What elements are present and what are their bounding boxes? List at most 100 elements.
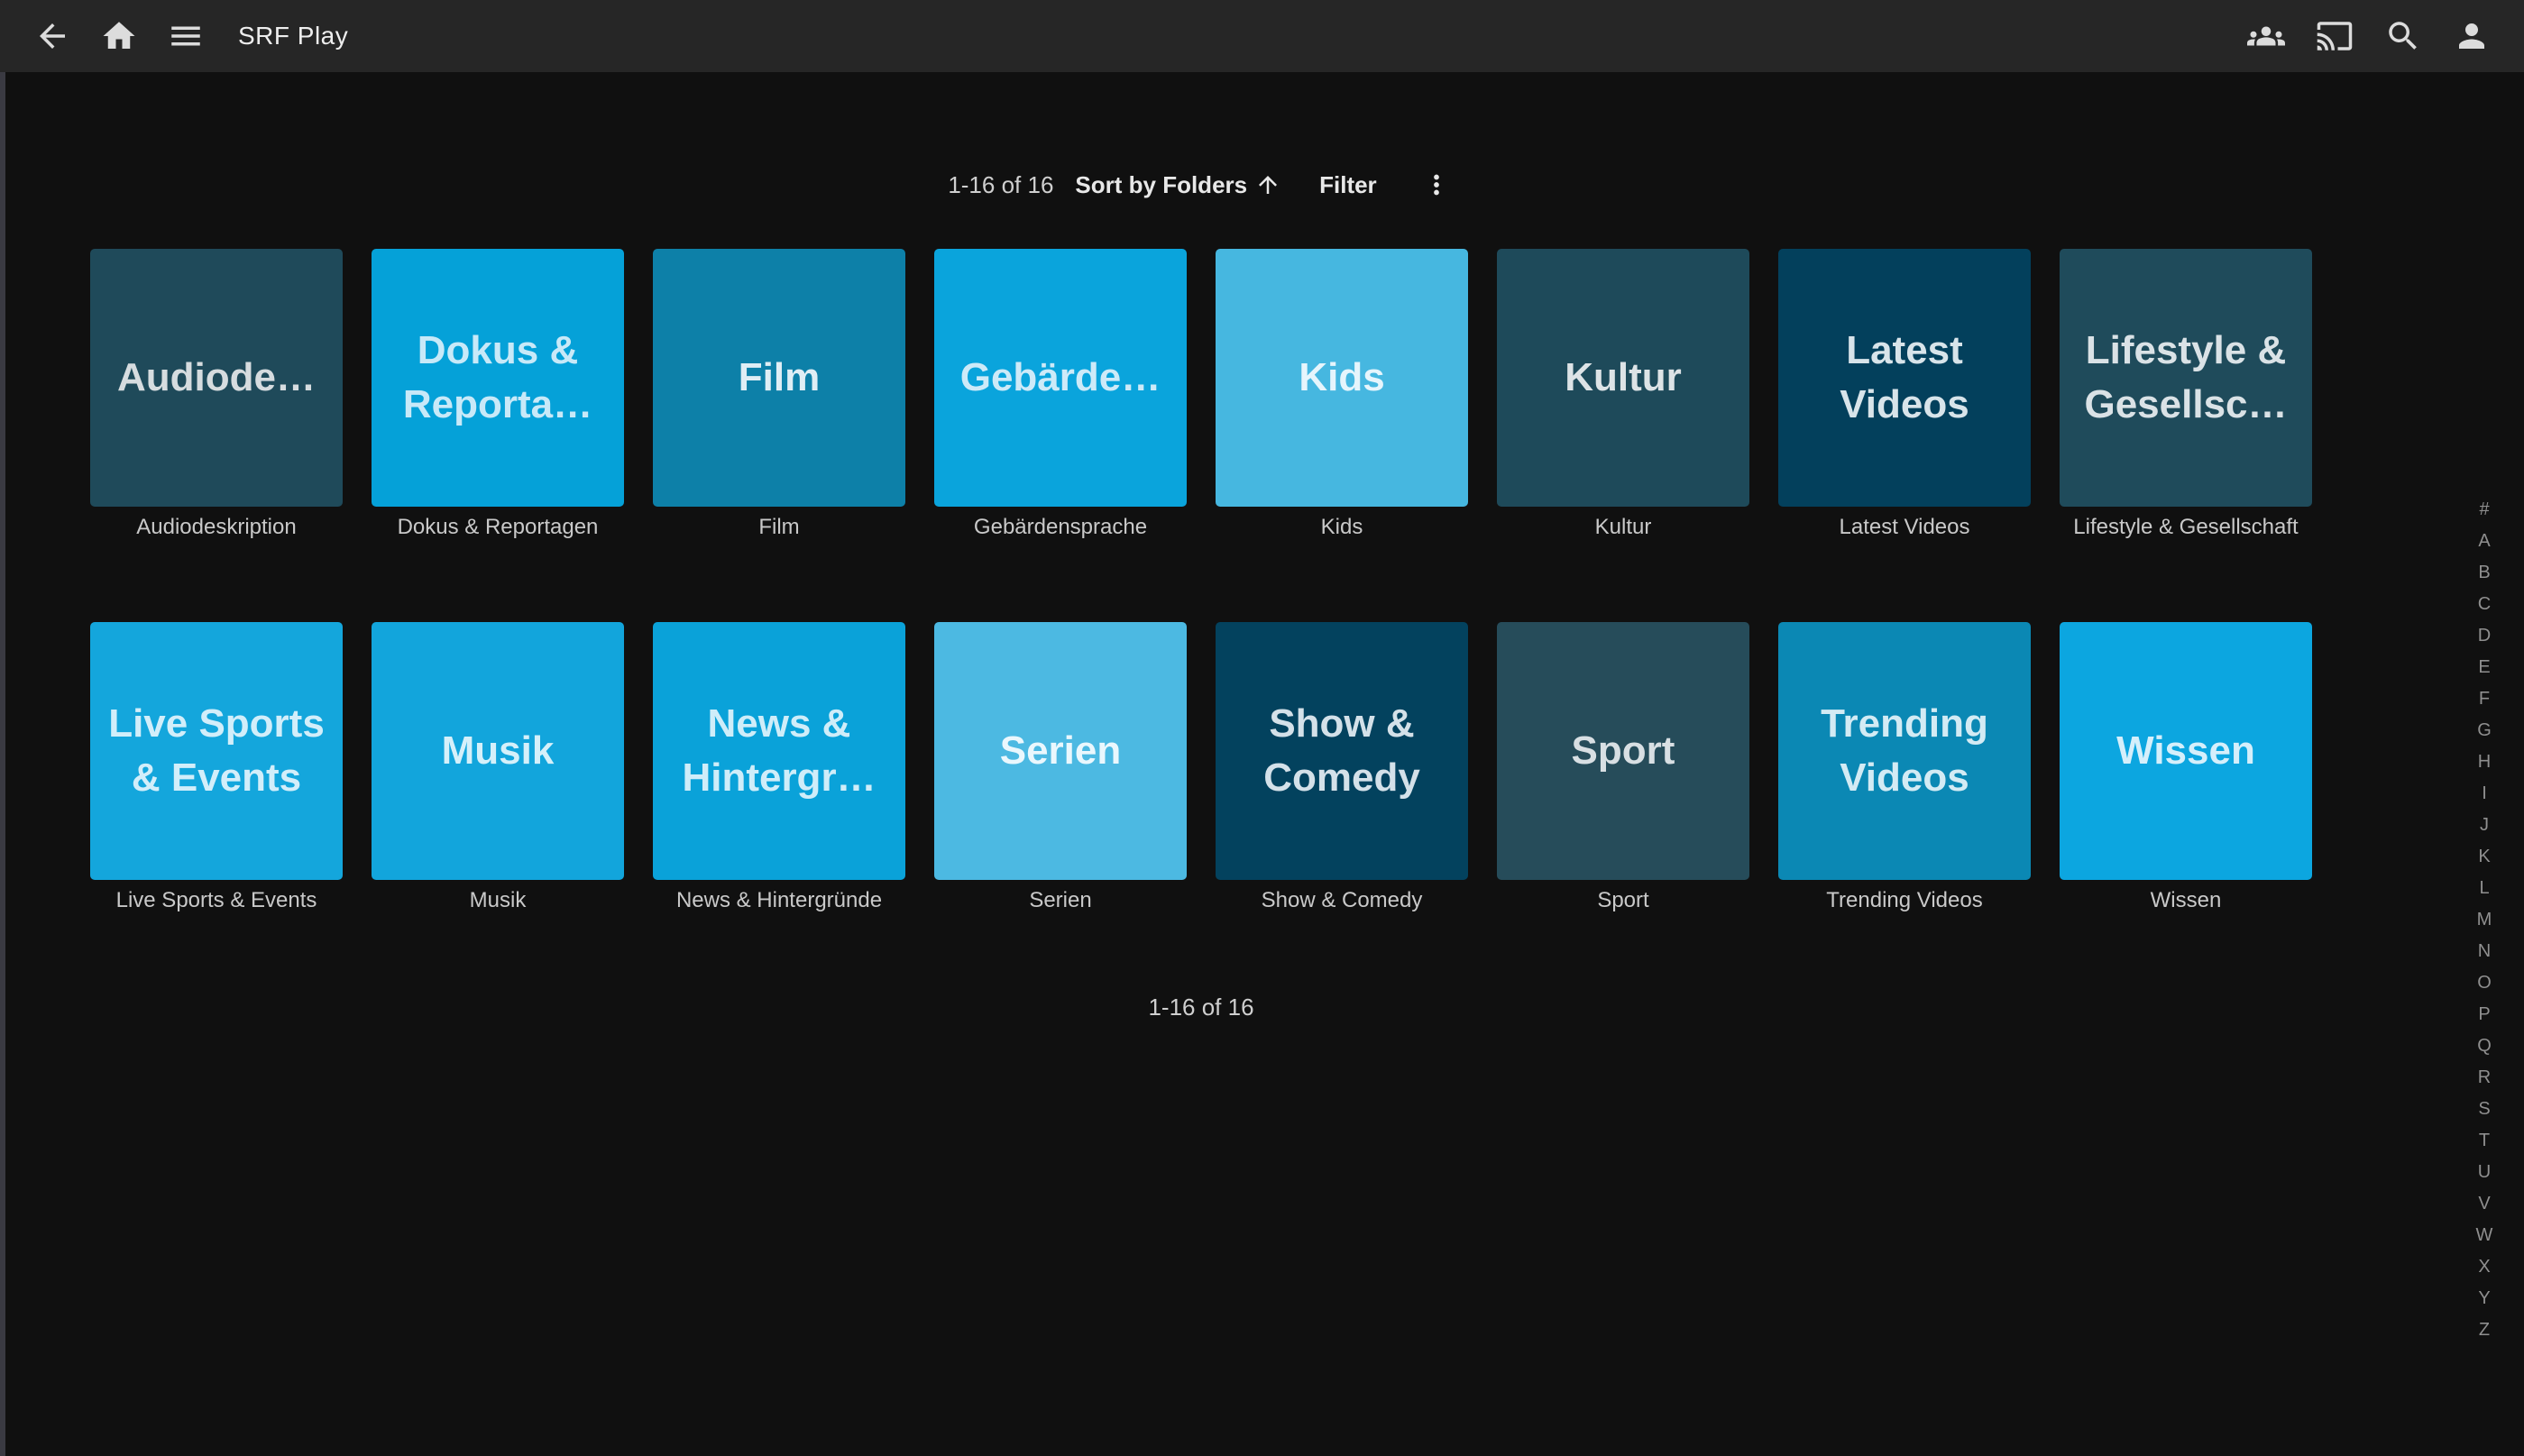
card-title: Live Sports & Events [97,697,335,805]
more-vert-icon [1421,169,1452,200]
card-caption: Audiodeskription [90,515,343,540]
library-card[interactable]: Live Sports & Events [90,622,343,880]
card-title: Kultur [1504,351,1742,405]
sort-button[interactable]: Sort by Folders [1075,171,1281,199]
alpha-letter[interactable]: M [2468,904,2501,936]
alpha-letter[interactable]: X [2468,1251,2501,1283]
library-cell: Trending Videos Trending Videos [1778,622,2031,913]
library-card[interactable]: Kultur [1497,249,1749,507]
library-grid: Audiode… Audiodeskription Dokus & Report… [90,249,2312,913]
library-card[interactable]: Gebärde… [934,249,1187,507]
library-card[interactable]: Serien [934,622,1187,880]
alpha-letter[interactable]: H [2468,746,2501,778]
card-title: Trending Videos [1785,697,2024,805]
alpha-letter[interactable]: Z [2468,1314,2501,1346]
user-button[interactable] [2450,14,2493,58]
alpha-letter[interactable]: W [2468,1220,2501,1251]
library-card[interactable]: News & Hintergr… [653,622,905,880]
card-title: Gebärde… [941,351,1179,405]
search-icon [2384,17,2422,55]
alpha-letter[interactable]: C [2468,589,2501,620]
search-button[interactable] [2382,14,2425,58]
library-card[interactable]: Latest Videos [1778,249,2031,507]
library-card[interactable]: Film [653,249,905,507]
user-icon [2453,17,2491,55]
card-caption: Trending Videos [1778,888,2031,913]
alpha-letter[interactable]: U [2468,1157,2501,1188]
cast-button[interactable] [2313,14,2356,58]
alpha-letter[interactable]: K [2468,841,2501,873]
alpha-letter[interactable]: E [2468,652,2501,683]
card-caption: Wissen [2060,888,2312,913]
card-title: Latest Videos [1785,324,2024,432]
alpha-letter[interactable]: I [2468,778,2501,810]
alpha-letter[interactable]: F [2468,683,2501,715]
syncplay-button[interactable] [2244,14,2288,58]
alpha-letter[interactable]: G [2468,715,2501,746]
card-caption: News & Hintergründe [653,888,905,913]
library-cell: Dokus & Reporta… Dokus & Reportagen [372,249,624,540]
alpha-letter[interactable]: S [2468,1094,2501,1125]
filter-button[interactable]: Filter [1319,171,1377,199]
library-cell: Musik Musik [372,622,624,913]
back-icon [33,17,71,55]
back-button[interactable] [31,14,74,58]
card-caption: Gebärdensprache [934,515,1187,540]
library-card[interactable]: Sport [1497,622,1749,880]
alpha-letter[interactable]: J [2468,810,2501,841]
alpha-picker: #ABCDEFGHIJKLMNOPQRSTUVWXYZ [2468,494,2501,1346]
home-icon [100,17,138,55]
card-caption: Live Sports & Events [90,888,343,913]
alpha-letter[interactable]: A [2468,526,2501,557]
syncplay-group-icon [2247,17,2285,55]
more-options-button[interactable] [1418,167,1455,203]
alpha-letter[interactable]: # [2468,494,2501,526]
alpha-letter[interactable]: O [2468,967,2501,999]
card-title: Show & Comedy [1223,697,1461,805]
cast-icon [2316,17,2354,55]
card-title: Lifestyle & Gesellsc… [2067,324,2305,432]
library-cell: Wissen Wissen [2060,622,2312,913]
alpha-letter[interactable]: B [2468,557,2501,589]
card-title: Sport [1504,724,1742,778]
card-title: Audiode… [97,351,335,405]
alpha-letter[interactable]: L [2468,873,2501,904]
card-caption: Lifestyle & Gesellschaft [2060,515,2312,540]
library-cell: Kultur Kultur [1497,249,1749,540]
card-title: Film [660,351,898,405]
card-caption: Latest Videos [1778,515,2031,540]
alpha-letter[interactable]: P [2468,999,2501,1030]
alpha-letter[interactable]: R [2468,1062,2501,1094]
library-cell: Show & Comedy Show & Comedy [1216,622,1468,913]
card-caption: Film [653,515,905,540]
library-card[interactable]: Wissen [2060,622,2312,880]
alpha-letter[interactable]: Q [2468,1030,2501,1062]
library-card[interactable]: Audiode… [90,249,343,507]
library-card[interactable]: Show & Comedy [1216,622,1468,880]
library-cell: Latest Videos Latest Videos [1778,249,2031,540]
page-title: SRF Play [238,22,348,50]
library-card[interactable]: Lifestyle & Gesellsc… [2060,249,2312,507]
home-button[interactable] [97,14,141,58]
library-card[interactable]: Dokus & Reporta… [372,249,624,507]
alpha-letter[interactable]: Y [2468,1283,2501,1314]
library-cell: Film Film [653,249,905,540]
library-card[interactable]: Kids [1216,249,1468,507]
alpha-letter[interactable]: V [2468,1188,2501,1220]
sort-button-label: Sort by Folders [1075,171,1247,199]
library-cell: Live Sports & Events Live Sports & Event… [90,622,343,913]
card-title: Dokus & Reporta… [379,324,617,432]
alpha-letter[interactable]: T [2468,1125,2501,1157]
alpha-letter[interactable]: N [2468,936,2501,967]
library-card[interactable]: Musik [372,622,624,880]
card-caption: Show & Comedy [1216,888,1468,913]
menu-button[interactable] [164,14,207,58]
card-title: Wissen [2067,724,2305,778]
alpha-letter[interactable]: D [2468,620,2501,652]
card-title: Serien [941,724,1179,778]
filter-button-label: Filter [1319,171,1377,199]
library-cell: Kids Kids [1216,249,1468,540]
app-toolbar: SRF Play [0,0,2524,72]
library-card[interactable]: Trending Videos [1778,622,2031,880]
library-cell: Serien Serien [934,622,1187,913]
